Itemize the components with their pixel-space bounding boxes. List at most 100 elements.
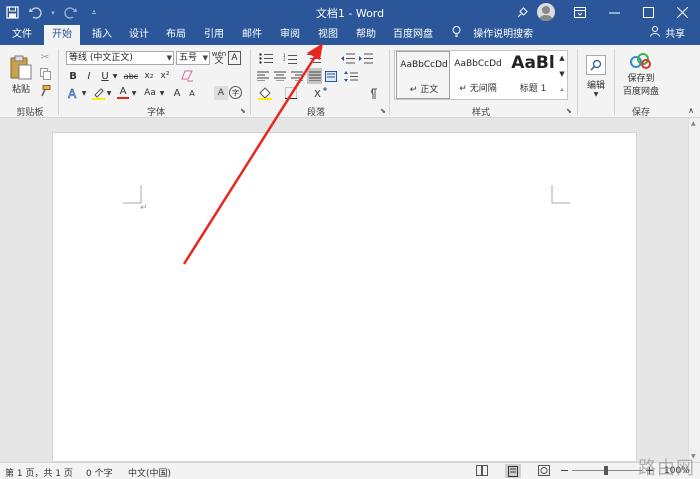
margin-corner-top-left xyxy=(123,185,142,204)
share-button[interactable]: 共享 xyxy=(650,25,685,45)
tab-mailings[interactable]: 邮件 xyxy=(234,25,270,45)
align-left-icon[interactable] xyxy=(256,69,270,83)
language-indicator[interactable]: 中文(中国) xyxy=(128,466,171,479)
change-case-button[interactable]: Aa xyxy=(141,86,159,100)
text-effects-icon[interactable]: A xyxy=(67,86,81,100)
web-layout-icon[interactable] xyxy=(538,465,550,479)
strikethrough-button[interactable]: abc xyxy=(122,69,140,83)
shrink-font-button[interactable]: A xyxy=(186,86,198,100)
customize-qat-icon[interactable]: ⩡ xyxy=(82,0,106,25)
chevron-down-icon[interactable]: ▼ xyxy=(130,86,138,100)
superscript-button[interactable]: x² xyxy=(158,69,172,83)
redo-icon[interactable] xyxy=(58,0,82,25)
style-normal[interactable]: AaBbCcDd ↵ 正文 xyxy=(396,51,450,99)
paste-button[interactable]: 粘贴 xyxy=(6,51,36,97)
tab-home[interactable]: 开始 xyxy=(44,25,80,45)
ribbon-display-icon[interactable] xyxy=(563,0,597,25)
clear-formatting-icon[interactable] xyxy=(180,69,194,83)
undo-dropdown-icon[interactable]: ▾ xyxy=(48,0,58,25)
font-color-button[interactable]: A xyxy=(116,86,130,100)
line-spacing-icon[interactable] xyxy=(340,69,362,83)
collapse-ribbon-icon[interactable]: ∧ xyxy=(685,105,697,115)
font-group-label: 字体 xyxy=(146,108,165,118)
document-area: ↵ xyxy=(0,118,700,462)
dialog-launcher-icon[interactable]: ⬊ xyxy=(566,107,572,115)
character-shading-button[interactable]: A xyxy=(214,86,228,100)
page-count[interactable]: 第 1 页，共 1 页 xyxy=(5,466,73,479)
subscript-button[interactable]: x₂ xyxy=(142,69,156,83)
align-right-icon[interactable] xyxy=(290,69,304,83)
chevron-down-icon[interactable]: ▼ xyxy=(80,86,88,100)
asian-layout-icon[interactable]: X xyxy=(312,86,330,100)
cut-icon[interactable]: ✂ xyxy=(38,50,52,64)
document-page[interactable]: ↵ xyxy=(52,132,637,462)
chevron-down-icon[interactable]: ▼ xyxy=(111,69,119,83)
grow-font-button[interactable]: A xyxy=(171,86,183,100)
chevron-down-icon[interactable]: ▼ xyxy=(105,86,113,100)
tab-review[interactable]: 审阅 xyxy=(272,25,308,45)
undo-icon[interactable] xyxy=(24,0,48,25)
avatar[interactable] xyxy=(537,3,555,21)
zoom-out-icon[interactable]: − xyxy=(560,464,569,477)
divider xyxy=(58,49,59,115)
increase-indent-icon[interactable] xyxy=(358,51,374,65)
justify-icon[interactable] xyxy=(307,68,322,84)
tab-file[interactable]: 文件 xyxy=(4,25,40,45)
pinyin-guide-icon[interactable]: wén 文 xyxy=(212,50,226,66)
borders-icon[interactable] xyxy=(282,86,300,100)
show-marks-icon[interactable] xyxy=(366,86,380,100)
minimize-icon[interactable] xyxy=(597,0,631,25)
numbering-icon[interactable]: 12 xyxy=(280,51,300,65)
scroll-up-icon[interactable]: ▲ xyxy=(557,51,567,65)
close-icon[interactable] xyxy=(665,0,699,25)
copy-icon[interactable] xyxy=(38,67,52,81)
underline-button[interactable]: U xyxy=(99,69,111,83)
distributed-icon[interactable] xyxy=(324,69,338,83)
more-styles-icon[interactable]: ⩡ xyxy=(557,83,567,97)
read-mode-icon[interactable] xyxy=(476,465,488,479)
tab-layout[interactable]: 布局 xyxy=(158,25,194,45)
scroll-down-icon[interactable]: ▼ xyxy=(557,67,567,81)
save-to-netdisk-button[interactable]: 保存到 百度网盘 xyxy=(618,49,664,101)
vertical-scrollbar[interactable]: ▲ ▼ xyxy=(688,118,700,462)
font-size-value: 五号 xyxy=(179,53,198,63)
tell-me-search[interactable]: 操作说明搜索 xyxy=(452,25,533,45)
shading-icon[interactable] xyxy=(256,86,274,100)
word-count[interactable]: 0 个字 xyxy=(86,466,113,479)
tab-baidu-netdisk[interactable]: 百度网盘 xyxy=(388,25,438,45)
chevron-down-icon[interactable]: ▼ xyxy=(158,86,166,100)
tab-insert[interactable]: 插入 xyxy=(84,25,120,45)
bullets-icon[interactable] xyxy=(256,51,276,65)
tab-references[interactable]: 引用 xyxy=(196,25,232,45)
save-icon[interactable] xyxy=(0,0,24,25)
zoom-slider-thumb[interactable] xyxy=(604,466,608,475)
scroll-up-arrow-icon[interactable]: ▲ xyxy=(691,120,696,127)
editing-button[interactable]: 编辑 ▼ xyxy=(582,50,610,102)
format-painter-icon[interactable] xyxy=(38,84,52,98)
dialog-launcher-icon[interactable]: ⬊ xyxy=(240,107,246,115)
ribbon-tabs: 文件 开始 插入 设计 布局 引用 邮件 审阅 视图 帮助 百度网盘 操作说明搜… xyxy=(0,25,700,45)
maximize-icon[interactable] xyxy=(631,0,665,25)
dialog-launcher-icon[interactable]: ⬊ xyxy=(380,107,386,115)
decrease-indent-icon[interactable] xyxy=(340,51,356,65)
search-icon xyxy=(586,54,606,75)
print-layout-icon[interactable] xyxy=(505,464,521,478)
character-border-button[interactable]: A xyxy=(228,51,241,65)
multilevel-list-icon[interactable] xyxy=(304,51,324,65)
pin-icon[interactable] xyxy=(505,0,539,25)
enclose-characters-icon[interactable]: 字 xyxy=(229,86,242,99)
font-name-combo[interactable]: 等线 (中文正文) ▼ xyxy=(66,51,174,65)
style-no-spacing[interactable]: AaBbCcDd ↵ 无间隔 xyxy=(451,51,505,99)
align-center-icon[interactable] xyxy=(273,69,287,83)
svg-text:A: A xyxy=(68,87,77,99)
italic-button[interactable]: I xyxy=(83,69,95,83)
tab-view[interactable]: 视图 xyxy=(310,25,346,45)
font-size-combo[interactable]: 五号 ▼ xyxy=(176,51,210,65)
tab-help[interactable]: 帮助 xyxy=(348,25,384,45)
save-group-label: 保存 xyxy=(631,108,650,118)
highlight-icon[interactable] xyxy=(91,86,105,100)
tab-design[interactable]: 设计 xyxy=(121,25,157,45)
divider xyxy=(577,49,578,115)
style-heading-1[interactable]: AaBl 标题 1 xyxy=(506,51,560,99)
bold-button[interactable]: B xyxy=(67,69,79,83)
